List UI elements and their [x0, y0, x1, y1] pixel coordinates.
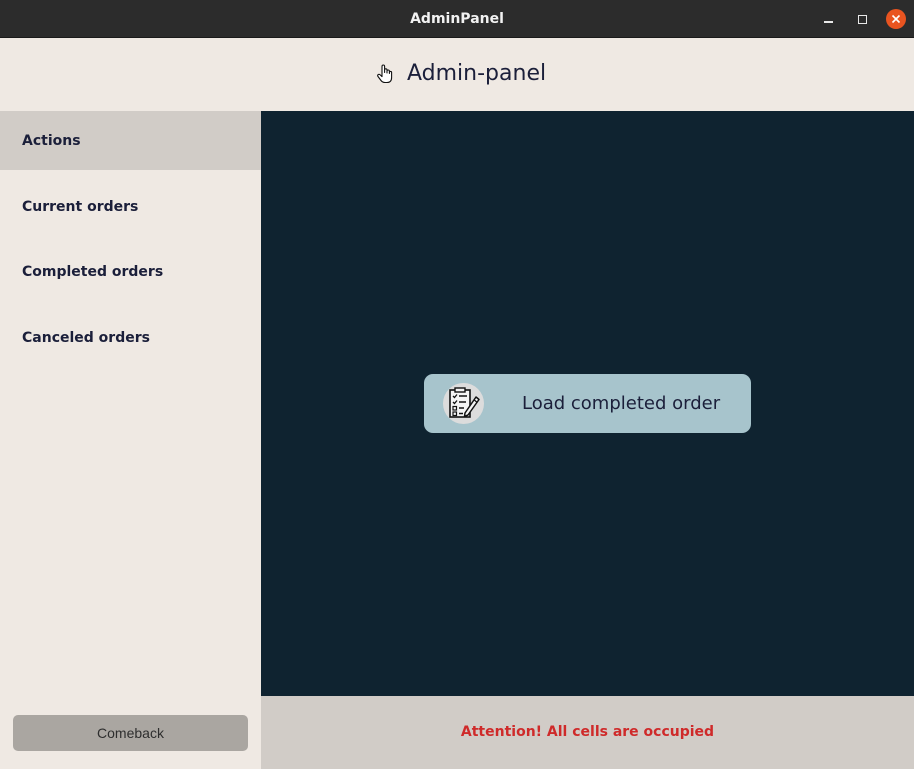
checklist-pencil-icon: [443, 383, 484, 424]
minimize-button[interactable]: [818, 9, 838, 29]
load-completed-order-button[interactable]: Load completed order: [424, 374, 751, 433]
sidebar-item-canceled-orders[interactable]: Canceled orders: [0, 308, 261, 367]
app-header: Admin-panel: [0, 38, 914, 111]
sidebar-item-label: Completed orders: [22, 263, 164, 280]
sidebar-item-completed-orders[interactable]: Completed orders: [0, 242, 261, 301]
sidebar-item-label: Current orders: [22, 198, 139, 215]
hand-pointer-icon: [377, 63, 393, 83]
close-button[interactable]: [886, 9, 906, 29]
title-bar: AdminPanel: [0, 0, 914, 38]
status-bar: Attention! All cells are occupied: [261, 696, 914, 769]
maximize-button[interactable]: [852, 9, 872, 29]
sidebar-item-label: Actions: [22, 132, 81, 149]
maximize-icon: [857, 14, 867, 24]
status-message: Attention! All cells are occupied: [460, 724, 715, 740]
sidebar-item-current-orders[interactable]: Current orders: [0, 177, 261, 236]
load-completed-order-label: Load completed order: [522, 393, 721, 414]
app-window: AdminPanel Admin-panel Actions Current o…: [0, 0, 914, 769]
close-icon: [891, 14, 901, 24]
main-content: Load completed order: [261, 111, 914, 696]
window-title: AdminPanel: [410, 11, 504, 27]
sidebar-item-label: Canceled orders: [22, 329, 150, 346]
comeback-button[interactable]: Comeback: [13, 715, 248, 751]
sidebar: Actions Current orders Completed orders …: [0, 111, 261, 769]
sidebar-item-actions[interactable]: Actions: [0, 111, 261, 170]
page-title: Admin-panel: [407, 61, 547, 86]
minimize-icon: [823, 15, 833, 23]
